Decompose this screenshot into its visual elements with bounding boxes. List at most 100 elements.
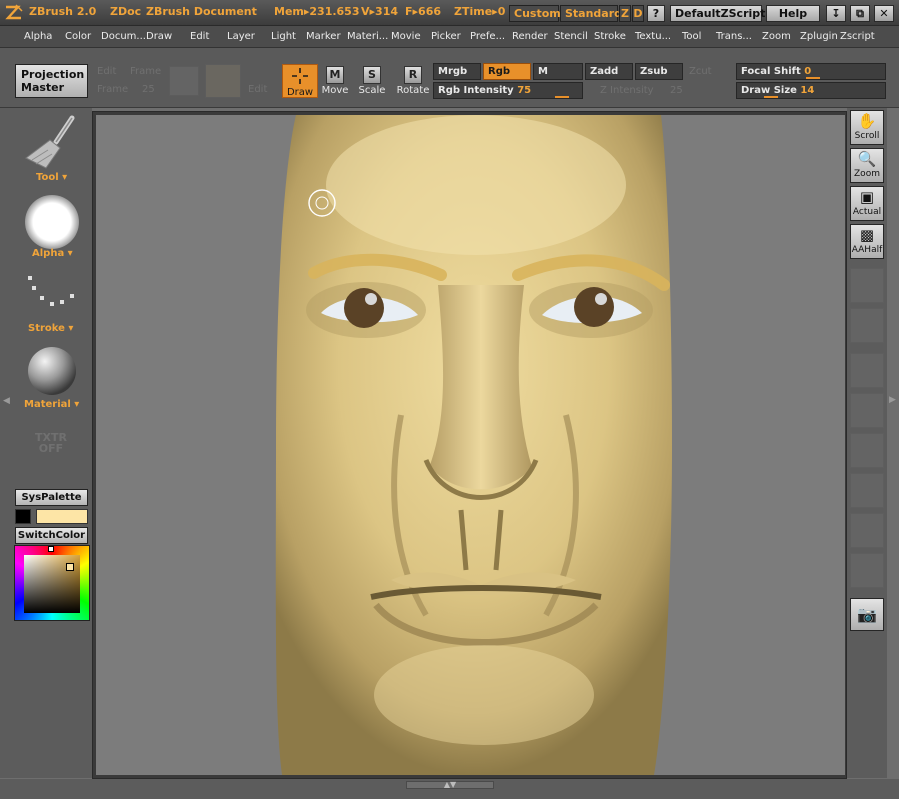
help-button[interactable]: Help [766, 5, 820, 22]
menu-layer[interactable]: Layer [227, 31, 255, 42]
rotate-mode-label: Rotate [396, 85, 430, 96]
alpha-circle-icon[interactable] [24, 194, 80, 250]
menu-material[interactable]: Materi... [347, 31, 388, 42]
snapshot-button[interactable]: 📷 [850, 598, 884, 631]
zdoc-menu[interactable]: ZDoc [110, 5, 141, 18]
menu-zscript[interactable]: Zscript [840, 31, 875, 42]
focal-shift-value: 0 [804, 66, 812, 77]
color-picker-hue-marker[interactable] [48, 546, 54, 552]
z-button[interactable]: Z [619, 5, 631, 22]
frame-slider-disabled-label: Frame [97, 84, 129, 95]
actual-size-button[interactable]: ▣ Actual [850, 186, 884, 221]
menu-edit[interactable]: Edit [190, 31, 209, 42]
material-palette-button[interactable]: Material ▾ [24, 399, 79, 410]
disabled-tray-slot [850, 553, 884, 588]
document-canvas[interactable] [96, 115, 845, 775]
primary-color-swatch[interactable] [36, 509, 88, 524]
sculpted-head-model[interactable] [96, 115, 845, 775]
disabled-icon-slot [205, 64, 241, 98]
frame-slider-disabled-value: 25 [142, 84, 155, 95]
scale-mode-button[interactable]: S Scale [354, 64, 390, 98]
hand-scroll-icon: ✋ [857, 112, 877, 130]
menu-stencil[interactable]: Stencil [554, 31, 588, 42]
rgb-toggle[interactable]: Rgb [483, 63, 531, 80]
stroke-dots-icon[interactable] [26, 272, 78, 312]
menu-draw[interactable]: Draw [146, 31, 172, 42]
scale-icon: S [363, 66, 381, 84]
help-question-button[interactable]: ? [647, 5, 665, 22]
rgb-intensity-label: Rgb Intensity [438, 85, 514, 96]
left-tray-collapse-arrow[interactable]: ◀ [3, 396, 10, 406]
zsub-toggle[interactable]: Zsub [635, 63, 683, 80]
scale-mode-label: Scale [358, 85, 386, 96]
stroke-palette-button[interactable]: Stroke ▾ [28, 323, 73, 334]
material-sphere-icon[interactable] [27, 346, 77, 396]
menu-movie[interactable]: Movie [391, 31, 421, 42]
menu-zplugin[interactable]: Zplugin [800, 31, 838, 42]
z-intensity-disabled-value: 25 [670, 85, 683, 96]
menu-color[interactable]: Color [65, 31, 91, 42]
zoom-magnifier-icon: 🔍 [857, 150, 877, 168]
bottom-tray-handle[interactable]: ▲▼ [406, 781, 494, 789]
draw-mode-button[interactable]: Draw [282, 64, 318, 98]
scroll-label: Scroll [854, 131, 880, 141]
menu-render[interactable]: Render [512, 31, 548, 42]
disabled-tray-slot [850, 433, 884, 468]
m-toggle[interactable]: M [533, 63, 583, 80]
projection-master-button[interactable]: Projection Master [15, 64, 88, 98]
rgb-intensity-slider-handle[interactable] [555, 96, 569, 98]
disabled-tray-slot [850, 268, 884, 303]
menu-texture[interactable]: Textu... [635, 31, 671, 42]
menu-picker[interactable]: Picker [431, 31, 461, 42]
brush-tool-icon[interactable] [22, 112, 80, 170]
scroll-button[interactable]: ✋ Scroll [850, 110, 884, 145]
menu-document[interactable]: Docum... [101, 31, 146, 42]
left-tray: Tool ▾ Alpha ▾ Stroke ▾ Material ▾ TXTR … [0, 108, 92, 778]
disabled-tray-slot [850, 393, 884, 428]
color-picker-value-marker[interactable] [66, 563, 74, 571]
top-toolbar: Projection Master Edit Frame Frame 25 Ed… [0, 48, 899, 108]
rotate-icon: R [404, 66, 422, 84]
menu-marker[interactable]: Marker [306, 31, 341, 42]
z-intensity-disabled-label: Z Intensity [600, 85, 654, 96]
right-tray-collapse-arrow[interactable]: ▶ [889, 395, 896, 405]
menu-preferences[interactable]: Prefe... [470, 31, 505, 42]
rotate-mode-button[interactable]: R Rotate [395, 64, 431, 98]
actual-size-icon: ▣ [859, 188, 875, 206]
restore-icon[interactable]: ⧉ [850, 5, 870, 22]
color-picker[interactable] [14, 545, 90, 621]
draw-size-slider-handle[interactable] [764, 96, 778, 98]
menu-bar: Alpha Color Docum... Draw Edit Layer Lig… [0, 26, 899, 48]
face-count: F▸666 [405, 5, 441, 18]
d-button[interactable]: D [632, 5, 644, 22]
menu-stroke[interactable]: Stroke [594, 31, 626, 42]
switchcolor-button[interactable]: SwitchColor [15, 527, 88, 544]
menu-zoom[interactable]: Zoom [762, 31, 791, 42]
standard-button[interactable]: Standard [560, 5, 622, 22]
menu-light[interactable]: Light [271, 31, 296, 42]
mrgb-toggle[interactable]: Mrgb [433, 63, 481, 80]
tool-palette-button[interactable]: Tool ▾ [36, 172, 67, 183]
texture-off-indicator[interactable]: TXTR OFF [30, 432, 72, 454]
aahalf-label: AAHalf [851, 245, 883, 255]
focal-shift-slider-handle[interactable] [806, 77, 820, 79]
menu-tool[interactable]: Tool [682, 31, 701, 42]
minimize-icon[interactable]: ↧ [826, 5, 846, 22]
alpha-palette-button[interactable]: Alpha ▾ [32, 248, 73, 259]
zoom-button[interactable]: 🔍 Zoom [850, 148, 884, 183]
draw-mode-label: Draw [286, 87, 314, 98]
edit-disabled-label: Edit [97, 66, 117, 77]
move-mode-button[interactable]: M Move [317, 64, 353, 98]
draw-size-slider[interactable]: Draw Size 14 [736, 82, 886, 99]
ztime-readout: ZTime▸0 [454, 5, 506, 18]
syspalette-button[interactable]: SysPalette [15, 489, 88, 506]
close-icon[interactable]: ✕ [874, 5, 894, 22]
secondary-color-swatch[interactable] [15, 509, 31, 524]
zadd-toggle[interactable]: Zadd [585, 63, 633, 80]
menu-alpha[interactable]: Alpha [24, 31, 52, 42]
menu-transform[interactable]: Trans... [716, 31, 752, 42]
default-zscript-button[interactable]: DefaultZScript [670, 5, 765, 22]
draw-crosshair-icon [292, 68, 308, 84]
aahalf-button[interactable]: ▩ AAHalf [850, 224, 884, 259]
custom-button[interactable]: Custom [509, 5, 561, 22]
